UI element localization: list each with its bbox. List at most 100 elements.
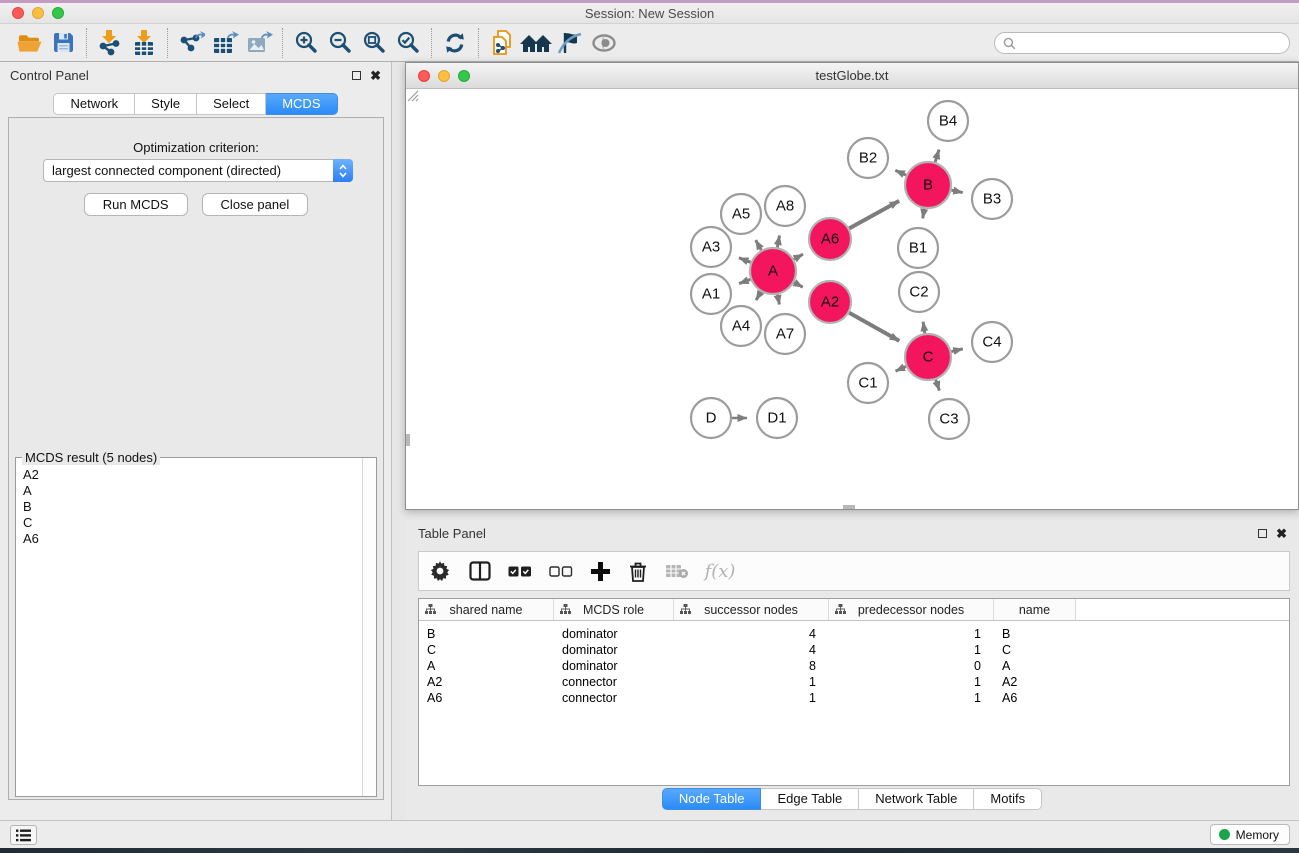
graph-edge-C-C1[interactable] xyxy=(896,367,906,372)
table-row[interactable]: Adominator80A xyxy=(419,658,1289,674)
list-item[interactable]: A6 xyxy=(23,531,361,547)
create-column-button[interactable] xyxy=(581,556,619,586)
tab-motifs[interactable]: Motifs xyxy=(974,788,1042,810)
resize-grip-icon[interactable] xyxy=(406,89,419,102)
graph-edge-C-C2[interactable] xyxy=(923,322,925,334)
graph-edge-B-B1[interactable] xyxy=(923,209,925,219)
home-button[interactable] xyxy=(519,28,553,58)
zoom-fit-button[interactable] xyxy=(357,28,391,58)
table-cell xyxy=(1076,626,1289,642)
zoom-in-button[interactable] xyxy=(289,28,323,58)
graph-edge-B-B3[interactable] xyxy=(951,190,962,192)
export-network-button[interactable] xyxy=(174,28,208,58)
memory-button[interactable]: Memory xyxy=(1210,824,1290,845)
canvas-bottom-scroll-mark[interactable] xyxy=(843,505,855,509)
table-row[interactable]: A6connector11A6 xyxy=(419,690,1289,706)
eye-icon xyxy=(590,31,618,55)
deselect-all-icon xyxy=(549,566,573,577)
tab-style[interactable]: Style xyxy=(135,93,197,115)
float-panel-icon[interactable] xyxy=(1258,529,1267,538)
network-window-titlebar[interactable]: testGlobe.txt xyxy=(406,63,1298,89)
optimization-value: largest connected component (directed) xyxy=(44,163,333,178)
export-image-button[interactable] xyxy=(242,28,276,58)
column-header-filler xyxy=(1076,599,1289,620)
list-item[interactable]: A xyxy=(23,483,361,499)
graph-edge-A-A4[interactable] xyxy=(756,292,761,300)
select-all-button[interactable] xyxy=(499,556,541,586)
delete-table-button[interactable] xyxy=(657,556,697,586)
run-mcds-button[interactable]: Run MCDS xyxy=(84,193,188,216)
column-split-icon xyxy=(469,561,491,581)
table-body[interactable]: Bdominator41BCdominator41CAdominator80AA… xyxy=(419,621,1289,706)
column-panel-button[interactable] xyxy=(461,556,499,586)
graph-edge-C-C4[interactable] xyxy=(951,349,962,352)
show-graphics-button[interactable] xyxy=(587,28,621,58)
graph-edge-B-B2[interactable] xyxy=(895,170,906,175)
tab-network-table[interactable]: Network Table xyxy=(859,788,974,810)
table-settings-button[interactable] xyxy=(419,556,461,586)
float-panel-icon[interactable] xyxy=(352,71,361,80)
import-network-button[interactable] xyxy=(93,28,127,58)
show-tasks-button[interactable] xyxy=(10,825,37,845)
export-table-button[interactable] xyxy=(208,28,242,58)
optimization-dropdown[interactable]: largest connected component (directed) xyxy=(43,159,353,182)
zoom-selected-icon xyxy=(395,30,421,56)
table-row[interactable]: Bdominator41B xyxy=(419,626,1289,642)
close-panel-button[interactable]: Close panel xyxy=(202,193,309,216)
list-item[interactable]: B xyxy=(23,499,361,515)
clone-network-icon xyxy=(490,29,515,57)
graph-node-label: B4 xyxy=(939,113,957,130)
graph-edge-A2-C[interactable] xyxy=(849,313,899,341)
table-row[interactable]: Cdominator41C xyxy=(419,642,1289,658)
tab-edge-table[interactable]: Edge Table xyxy=(761,788,859,810)
hide-flag-button[interactable] xyxy=(553,28,587,58)
open-session-button[interactable] xyxy=(12,28,46,58)
select-all-icon xyxy=(508,566,532,577)
table-cell: A2 xyxy=(419,674,554,690)
column-header-predecessor-nodes[interactable]: predecessor nodes xyxy=(829,599,994,620)
table-row[interactable]: A2connector11A2 xyxy=(419,674,1289,690)
delete-columns-button[interactable] xyxy=(619,556,657,586)
column-header-successor-nodes[interactable]: successor nodes xyxy=(674,599,829,620)
graph-edge-C-C3[interactable] xyxy=(936,380,940,391)
graph-node-label: A2 xyxy=(821,294,839,311)
result-scrollbar[interactable] xyxy=(362,458,376,796)
clone-network-button[interactable] xyxy=(485,28,519,58)
graph-edge-A-A8[interactable] xyxy=(777,236,779,248)
close-panel-icon[interactable]: ✖ xyxy=(370,71,381,80)
graph-edge-A-A2[interactable] xyxy=(794,282,803,287)
graph-edge-A-A5[interactable] xyxy=(756,240,762,250)
column-header-mcds-role[interactable]: MCDS role xyxy=(554,599,674,620)
refresh-button[interactable] xyxy=(438,28,472,58)
network-canvas[interactable]: B4B2BB3A8A5A6A3B1AC2A1A2A4A7C4CC1C3DD1 xyxy=(406,89,1298,509)
tab-mcds[interactable]: MCDS xyxy=(266,93,337,115)
deselect-all-button[interactable] xyxy=(541,556,581,586)
graph-node-label: D xyxy=(706,410,717,427)
list-item[interactable]: A2 xyxy=(23,467,361,483)
table-cell: 4 xyxy=(674,626,829,642)
column-header-shared-name[interactable]: shared name xyxy=(419,599,554,620)
tab-select[interactable]: Select xyxy=(197,93,266,115)
import-table-button[interactable] xyxy=(127,28,161,58)
graph-edge-A-A7[interactable] xyxy=(777,295,779,305)
column-header-name[interactable]: name xyxy=(994,599,1076,620)
close-panel-icon[interactable]: ✖ xyxy=(1276,529,1287,538)
graph-edge-A6-B[interactable] xyxy=(849,201,899,228)
zoom-selected-button[interactable] xyxy=(391,28,425,58)
tab-node-table[interactable]: Node Table xyxy=(662,788,762,810)
zoom-out-button[interactable] xyxy=(323,28,357,58)
zoom-fit-icon xyxy=(361,30,387,56)
graph-edge-A-A6[interactable] xyxy=(794,254,803,259)
function-builder-button[interactable]: f(x) xyxy=(697,556,743,586)
tab-network[interactable]: Network xyxy=(53,93,135,115)
memory-label: Memory xyxy=(1236,828,1279,842)
graph-edge-A-A1[interactable] xyxy=(739,279,750,283)
graph-edge-A-A3[interactable] xyxy=(739,258,751,263)
graph-edge-B-B4[interactable] xyxy=(935,150,939,162)
canvas-left-scroll-mark[interactable] xyxy=(406,434,410,446)
save-session-button[interactable] xyxy=(46,28,80,58)
search-field[interactable] xyxy=(994,32,1290,54)
list-item[interactable]: C xyxy=(23,515,361,531)
search-input[interactable] xyxy=(1021,34,1289,52)
mcds-result-list[interactable]: A2ABCA6 xyxy=(17,461,361,795)
